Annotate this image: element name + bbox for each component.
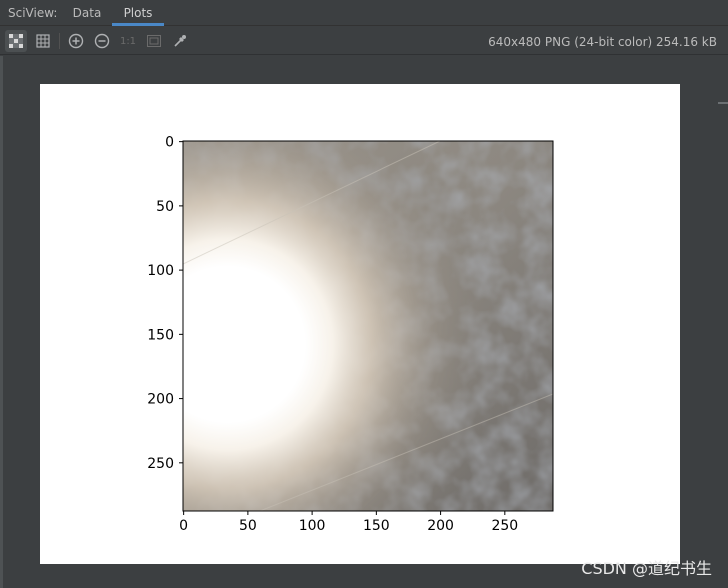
actual-size-icon: 1:1 (119, 35, 137, 47)
y-tick-label: 50 (156, 199, 174, 215)
fit-to-window-icon (147, 35, 161, 47)
y-tick-label: 0 (165, 135, 174, 151)
y-tick-label: 100 (147, 263, 174, 279)
plot-figure: 0 50 100 150 200 250 0 50 100 150 200 250 (40, 84, 680, 564)
toolbar-separator (59, 33, 60, 49)
csdn-watermark: CSDN @道纪书生 (581, 559, 712, 578)
x-tick-label: 250 (491, 518, 518, 534)
sciview-title: SciView: (8, 6, 58, 20)
x-axis: 0 50 100 150 200 250 (179, 511, 518, 534)
image-content (183, 141, 553, 511)
image-toolbar: 1:1 640x480 PNG (24-bit color) 254.16 kB (0, 27, 728, 55)
y-tick-label: 250 (147, 456, 174, 472)
x-tick-label: 50 (239, 518, 257, 534)
image-bright-spot (183, 141, 553, 511)
grid-button[interactable] (32, 30, 54, 52)
panel-left-edge (0, 56, 3, 588)
x-tick-label: 0 (179, 518, 188, 534)
zoom-out-button[interactable] (91, 30, 113, 52)
actual-size-button[interactable]: 1:1 (117, 30, 139, 52)
transparency-checker-button[interactable] (5, 30, 27, 52)
sciview-window: SciView: Data Plots 1:1 640x480 PNG (24-… (0, 0, 728, 588)
zoom-in-button[interactable] (65, 30, 87, 52)
tab-data[interactable]: Data (62, 0, 112, 26)
y-tick-label: 200 (147, 392, 174, 408)
image-info-label: 640x480 PNG (24-bit color) 254.16 kB (488, 35, 717, 49)
x-tick-label: 200 (427, 518, 454, 534)
zoom-out-icon (94, 33, 110, 49)
sciview-tab-bar: SciView: Data Plots (0, 0, 728, 26)
scroll-marker[interactable] (718, 102, 728, 104)
grid-icon (36, 34, 50, 48)
x-tick-label: 100 (299, 518, 326, 534)
zoom-in-icon (68, 33, 84, 49)
y-axis: 0 50 100 150 200 250 (147, 135, 183, 472)
tab-plots[interactable]: Plots (112, 0, 164, 26)
fit-to-window-button[interactable] (143, 30, 165, 52)
transparency-checker-icon (9, 34, 23, 48)
color-picker-button[interactable] (169, 30, 191, 52)
x-tick-label: 150 (363, 518, 390, 534)
plot-svg: 0 50 100 150 200 250 0 50 100 150 200 250 (147, 135, 554, 534)
y-tick-label: 150 (147, 327, 174, 343)
color-picker-icon (174, 35, 186, 47)
